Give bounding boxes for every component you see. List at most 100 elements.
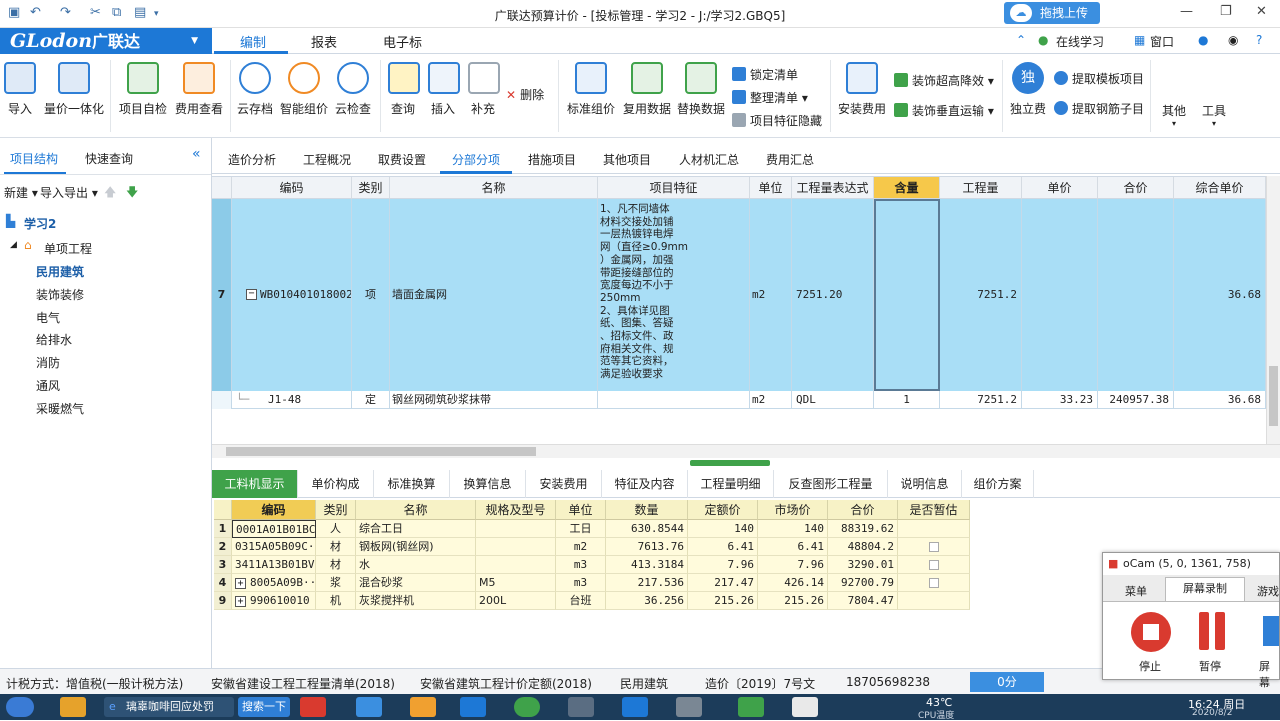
resource-code[interactable]: 0315A05B09C··· — [232, 538, 316, 556]
resource-total[interactable]: 48804.2 — [828, 538, 898, 556]
independent-fee-button[interactable]: 独独立费 — [1008, 62, 1048, 117]
deco-height-button[interactable]: 装饰超高降效 ▾ — [894, 72, 994, 89]
column-header[interactable]: 合价 — [1098, 177, 1174, 199]
estimate-checkbox-cell[interactable] — [898, 592, 970, 610]
column-header[interactable]: 定额价 — [688, 500, 758, 520]
tab-subitems[interactable]: 分部分项 — [452, 151, 500, 168]
resource-spec[interactable] — [476, 520, 556, 538]
detail-tab[interactable]: 工程量明细 — [688, 470, 774, 498]
vertical-scrollbar[interactable] — [1266, 176, 1280, 446]
column-header[interactable]: 综合单价 — [1174, 177, 1266, 199]
resource-type[interactable]: 机 — [316, 592, 356, 610]
column-header[interactable]: 工程量表达式 — [792, 177, 874, 199]
row-name[interactable]: 墙面金属网 — [390, 199, 598, 391]
column-header[interactable]: 市场价 — [758, 500, 828, 520]
row-content-cell[interactable] — [874, 199, 940, 391]
taskbar-app-icon[interactable] — [676, 697, 702, 717]
tab-cost-analysis[interactable]: 造价分析 — [228, 151, 276, 168]
taskbar-browser[interactable]: e 璃辜咖啡回应处罚 — [104, 697, 234, 717]
detail-tab[interactable]: 标准换算 — [374, 470, 450, 498]
sub-expression[interactable]: QDL — [792, 391, 874, 409]
sub-total[interactable]: 240957.38 — [1098, 391, 1174, 409]
other-menu[interactable]: 其他 ▾ — [1160, 102, 1188, 128]
detail-tab[interactable]: 安装费用 — [526, 470, 602, 498]
move-up-icon[interactable]: 🡅 — [104, 183, 116, 204]
estimate-checkbox-cell[interactable] — [898, 520, 970, 538]
sub-unit-price[interactable]: 33.23 — [1022, 391, 1098, 409]
column-header[interactable]: 合价 — [828, 500, 898, 520]
resource-market[interactable]: 215.26 — [758, 592, 828, 610]
score-badge[interactable]: 0分 — [970, 672, 1044, 692]
delete-button[interactable]: ✕ 删除 — [506, 86, 544, 103]
pause-icon[interactable] — [1215, 612, 1225, 650]
tree-item[interactable]: 电气 — [36, 309, 60, 326]
detail-tab[interactable]: 组价方案 — [962, 470, 1034, 498]
splitter-handle[interactable] — [690, 460, 770, 466]
resource-name[interactable]: 灰浆搅拌机 — [356, 592, 476, 610]
screen-button[interactable]: 屏幕 — [1259, 658, 1279, 690]
pause-icon[interactable] — [1199, 612, 1209, 650]
sub-quantity[interactable]: 7251.2 — [940, 391, 1022, 409]
resource-type[interactable]: 浆 — [316, 574, 356, 592]
header-corner[interactable] — [214, 500, 232, 520]
resource-quota[interactable]: 217.47 — [688, 574, 758, 592]
tab-quick-query[interactable]: 快速查询 — [85, 150, 133, 167]
import-button[interactable]: 导入 — [4, 62, 36, 117]
tab-e-bid[interactable]: 电子标 — [383, 32, 422, 51]
column-header[interactable]: 类别 — [352, 177, 390, 199]
tidy-list-button[interactable]: 整理清单 ▾ — [732, 89, 808, 106]
row-unit[interactable]: m2 — [750, 199, 792, 391]
reuse-data-button[interactable]: 复用数据 — [622, 62, 672, 117]
resource-spec[interactable] — [476, 538, 556, 556]
fee-view-button[interactable]: 费用查看 — [174, 62, 224, 117]
tab-fee-summary[interactable]: 费用汇总 — [766, 151, 814, 168]
column-header[interactable]: 工程量 — [940, 177, 1022, 199]
resource-spec[interactable]: M5 — [476, 574, 556, 592]
resource-name[interactable]: 综合工日 — [356, 520, 476, 538]
message-icon[interactable]: ◉ — [1228, 33, 1238, 47]
taskbar-app-icon[interactable] — [792, 697, 818, 717]
column-header[interactable]: 数量 — [606, 500, 688, 520]
estimate-checkbox-cell[interactable] — [898, 538, 970, 556]
resource-qty[interactable]: 7613.76 — [606, 538, 688, 556]
new-button[interactable]: 新建 ▾ — [4, 184, 38, 201]
tree-item[interactable]: 通风 — [36, 377, 60, 394]
tab-measures[interactable]: 措施项目 — [528, 151, 576, 168]
resource-quota[interactable]: 7.96 — [688, 556, 758, 574]
tab-fee-settings[interactable]: 取费设置 — [378, 151, 426, 168]
detail-tab[interactable]: 特征及内容 — [602, 470, 688, 498]
resource-quota[interactable]: 6.41 — [688, 538, 758, 556]
resource-quota[interactable]: 215.26 — [688, 592, 758, 610]
tree-item[interactable]: 消防 — [36, 354, 60, 371]
taskbar-app-icon[interactable] — [738, 697, 764, 717]
detail-tab[interactable]: 单价构成 — [298, 470, 374, 498]
estimate-checkbox-cell[interactable] — [898, 574, 970, 592]
column-header[interactable]: 项目特征 — [598, 177, 750, 199]
resource-market[interactable]: 140 — [758, 520, 828, 538]
deco-vertical-button[interactable]: 装饰垂直运输 ▾ — [894, 102, 994, 119]
help-menu[interactable]: ? — [1256, 33, 1262, 47]
extract-template-button[interactable]: 提取模板项目 — [1054, 70, 1144, 87]
row-code[interactable]: − WB010401018002 — [232, 199, 352, 391]
tree-item[interactable]: 民用建筑 — [36, 263, 84, 280]
detail-tab[interactable]: 换算信息 — [450, 470, 526, 498]
resource-unit[interactable]: 台班 — [556, 592, 606, 610]
tab-other-items[interactable]: 其他项目 — [603, 151, 651, 168]
estimate-checkbox[interactable] — [928, 542, 939, 552]
pause-button[interactable]: 暂停 — [1199, 658, 1221, 674]
row-composite-price[interactable]: 36.68 — [1174, 199, 1266, 391]
row-quantity[interactable]: 7251.2 — [940, 199, 1022, 391]
taskbar-search[interactable]: 搜索一下 — [238, 697, 290, 717]
smart-pricing-button[interactable]: 智能组价 — [280, 62, 328, 117]
resource-unit[interactable]: m3 — [556, 556, 606, 574]
resource-name[interactable]: 水 — [356, 556, 476, 574]
resource-n[interactable]: 4 — [214, 574, 232, 592]
column-header[interactable]: 单位 — [556, 500, 606, 520]
resource-type[interactable]: 材 — [316, 556, 356, 574]
supplement-button[interactable]: 补充 — [468, 62, 500, 117]
row-type[interactable]: 项 — [352, 199, 390, 391]
resource-n[interactable]: 3 — [214, 556, 232, 574]
detail-tab[interactable]: 反查图形工程量 — [774, 470, 888, 498]
column-header[interactable]: 类别 — [316, 500, 356, 520]
column-header[interactable]: 编码 — [232, 500, 316, 520]
